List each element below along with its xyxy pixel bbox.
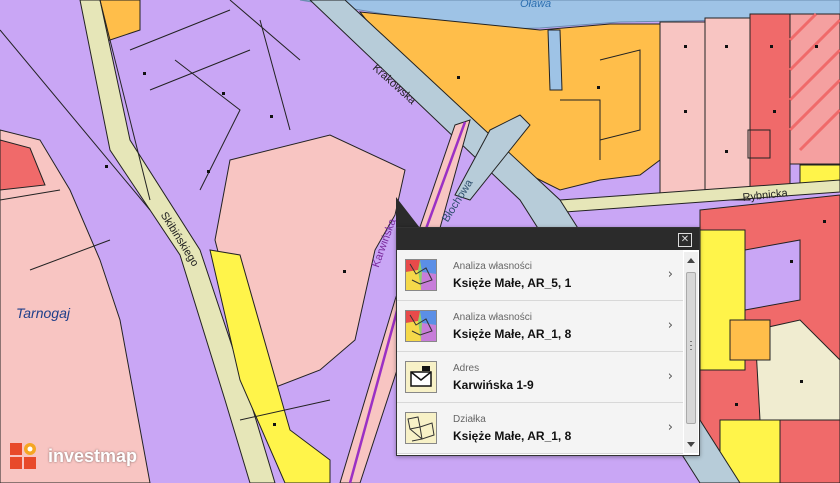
item-category: Analiza własności [453, 312, 532, 323]
result-item[interactable]: Działka Księże Małe, AR_1, 8 › [397, 403, 683, 454]
chevron-right-icon: › [667, 420, 673, 435]
brand-name: investmap [48, 445, 138, 466]
red-parcel-right [749, 13, 791, 195]
river-label: Oława [520, 0, 552, 10]
scroll-thumb[interactable] [686, 272, 696, 424]
water-channel [547, 29, 563, 91]
scroll-down-arrow-icon[interactable] [687, 442, 695, 447]
scroll-up-arrow-icon[interactable] [687, 258, 695, 263]
parcel-map-icon [405, 412, 437, 444]
result-item[interactable]: Adres Karwińska 1-9 › [397, 352, 683, 403]
item-category: Adres [453, 363, 480, 374]
popup-header: ✕ [397, 228, 699, 250]
popup-scrollbar[interactable] [684, 252, 698, 453]
item-value: Księże Małe, AR_5, 1 [453, 276, 572, 290]
chevron-right-icon: › [667, 318, 673, 333]
item-category: Analiza własności [453, 261, 532, 272]
item-value: Księże Małe, AR_1, 8 [453, 327, 572, 341]
investmap-logo-icon [10, 441, 40, 471]
result-item[interactable]: Analiza własności Księże Małe, AR_1, 8 › [397, 301, 683, 352]
close-button[interactable]: ✕ [678, 233, 692, 247]
result-item[interactable]: Analiza własności Księże Małe, AR_5, 1 › [397, 250, 683, 301]
orange-parcel-right [729, 319, 771, 361]
chevron-right-icon: › [667, 267, 673, 282]
tarnogaj-label: Tarnogaj [16, 305, 70, 321]
address-envelope-icon [405, 361, 437, 393]
purple-parcel-right [744, 239, 801, 311]
item-category: Działka [453, 414, 486, 425]
item-value: Karwińska 1-9 [453, 378, 534, 392]
ownership-map-icon [405, 259, 437, 291]
ownership-map-icon [405, 310, 437, 342]
popup-pointer [396, 197, 420, 228]
pink-parcel-right1 [659, 21, 706, 201]
info-popup: ✕ Analiza własności Księże Małe, AR_5, 1… [396, 227, 700, 456]
investmap-logo[interactable]: investmap [10, 440, 137, 472]
item-value: Księże Małe, AR_1, 8 [453, 429, 572, 443]
popup-list: Analiza własności Księże Małe, AR_5, 1 ›… [397, 250, 683, 455]
chevron-right-icon: › [667, 369, 673, 384]
